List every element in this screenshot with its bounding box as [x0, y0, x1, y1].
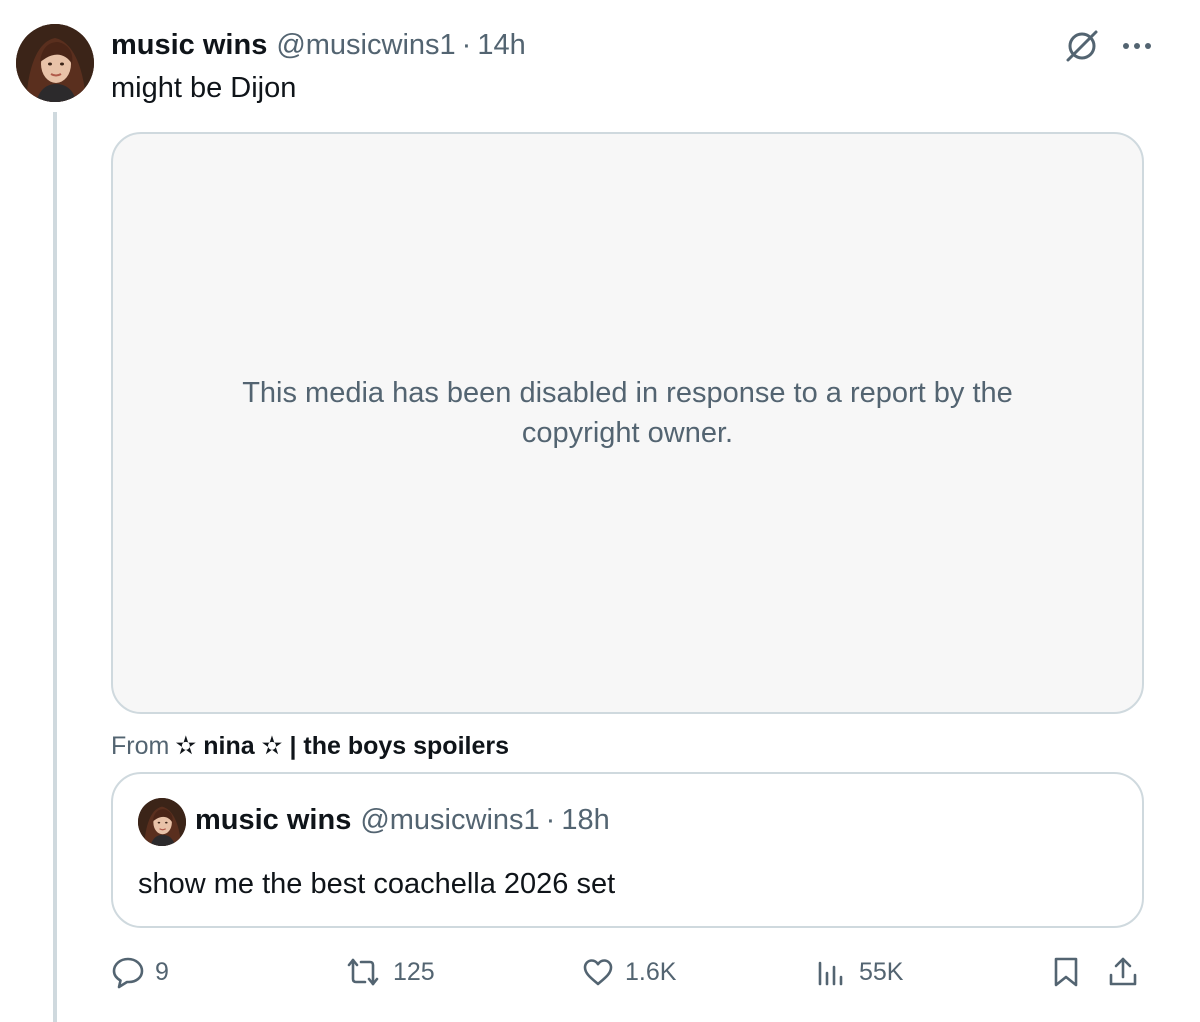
reply-icon [111, 955, 145, 989]
tweet-top-actions [1062, 26, 1152, 66]
author-name[interactable]: music wins [111, 29, 267, 62]
tweet: music wins @musicwins1 · 14h might be Di… [0, 0, 1200, 1022]
like-count: 1.6K [625, 957, 677, 986]
tweet-text: might be Dijon [111, 72, 297, 104]
views-count: 55K [859, 957, 904, 986]
reply-button[interactable]: 9 [111, 950, 169, 994]
repost-button[interactable]: 125 [343, 950, 435, 994]
reply-count: 9 [155, 957, 169, 986]
action-bar: 9 125 1.6K 55K [111, 950, 1144, 994]
grok-icon[interactable] [1062, 26, 1102, 66]
quoted-tweet[interactable]: music wins @musicwins1 · 18h show me the… [111, 772, 1144, 928]
bookmark-button[interactable] [1051, 950, 1081, 994]
from-source-link[interactable]: ✫ nina ✫ | the boys spoilers [175, 732, 509, 760]
bookmark-icon [1051, 955, 1081, 989]
tweet-header: music wins @musicwins1 · 14h [111, 26, 526, 64]
quote-text: show me the best coachella 2026 set [138, 868, 616, 900]
avatar[interactable] [16, 24, 94, 102]
views-button[interactable]: 55K [815, 950, 903, 994]
quote-separator-dot: · [545, 804, 556, 836]
quote-header: music wins @musicwins1 · 18h [195, 804, 610, 837]
repost-icon [343, 955, 383, 989]
share-icon [1107, 955, 1139, 989]
quote-author-handle[interactable]: @musicwins1 [360, 804, 539, 837]
author-handle[interactable]: @musicwins1 [276, 29, 455, 62]
share-button[interactable] [1107, 950, 1139, 994]
media-disabled-message: This media has been disabled in response… [242, 377, 1013, 449]
views-icon [815, 955, 849, 989]
quote-time[interactable]: 18h [561, 804, 609, 837]
quote-author-name[interactable]: music wins [195, 804, 351, 837]
from-label: From [111, 732, 170, 760]
disabled-media-placeholder: This media has been disabled in response… [111, 132, 1144, 714]
media-attribution: From ✫ nina ✫ | the boys spoilers [111, 730, 509, 762]
repost-count: 125 [393, 957, 435, 986]
like-button[interactable]: 1.6K [581, 950, 676, 994]
thread-line [53, 112, 57, 1022]
more-icon[interactable] [1122, 41, 1152, 51]
heart-icon [581, 955, 615, 989]
separator-dot: · [461, 28, 472, 61]
tweet-time[interactable]: 14h [477, 29, 525, 62]
quote-avatar[interactable] [138, 798, 186, 846]
